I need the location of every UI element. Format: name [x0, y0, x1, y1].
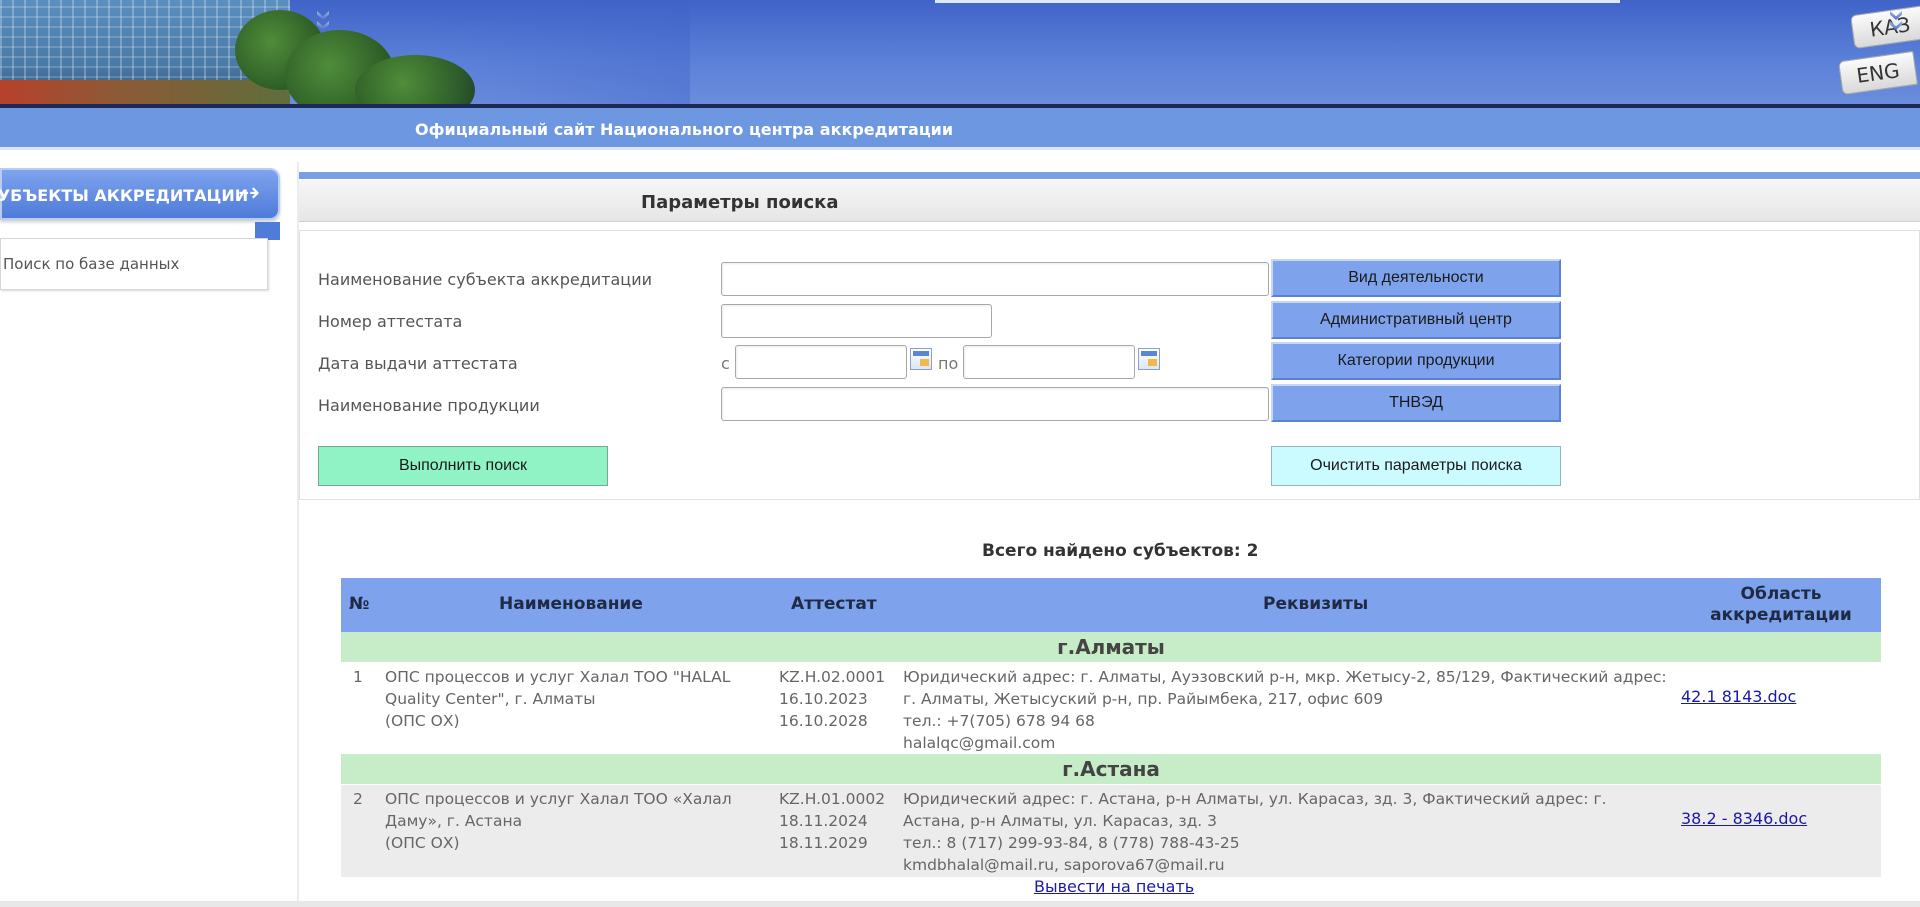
header-banner: КАЗ ENG — [0, 0, 1920, 108]
results-total: Всего найдено субъектов: 2 — [982, 541, 1259, 561]
lang-eng-button[interactable]: ENG — [1838, 50, 1918, 96]
row-name: ОПС процессов и услуг Халал ТОО "HALAL Q… — [385, 668, 731, 730]
row-details: Юридический адрес: г. Астана, р-н Алматы… — [903, 790, 1607, 874]
col-name: Наименование — [499, 594, 643, 614]
arrow-right-icon: ⇢ — [238, 178, 260, 208]
product-name-input[interactable] — [721, 387, 1269, 421]
site-title: Официальный сайт Национального центра ак… — [415, 120, 954, 139]
product-name-label: Наименование продукции — [318, 396, 540, 415]
date-to-label: по — [938, 354, 959, 373]
certificate-number-input[interactable] — [721, 304, 992, 338]
run-search-button[interactable]: Выполнить поиск — [318, 446, 608, 486]
page: КАЗ ENG Официальный сайт Национального ц… — [0, 0, 1920, 907]
scope-doc-link[interactable]: 38.2 - 8346.doc — [1681, 809, 1807, 828]
city-group-header: г.Алматы — [341, 632, 1881, 662]
search-panel-title: Параметры поиска — [641, 192, 839, 213]
site-title-bar: Официальный сайт Национального центра ак… — [0, 108, 1920, 150]
row-name: ОПС процессов и услуг Халал ТОО «Халал Д… — [385, 790, 732, 852]
date-from-label: с — [721, 354, 730, 373]
sidebar-menu: Поиск по базе данных — [0, 238, 268, 290]
row-num: 1 — [353, 668, 363, 686]
sidebar-section-title: СУБЪЕКТЫ АККРЕДИТАЦИИ — [0, 186, 249, 205]
tnved-button[interactable]: ТНВЭД — [1271, 384, 1561, 422]
sidebar-item-database-search[interactable]: Поиск по базе данных — [3, 255, 179, 273]
city-group-header: г.Астана — [341, 754, 1881, 784]
activity-type-button[interactable]: Вид деятельности — [1271, 259, 1561, 297]
search-panel-header[interactable]: Параметры поиска — [299, 180, 1920, 222]
date-to-input[interactable] — [963, 345, 1135, 379]
row-certificate: KZ.H.01.0002 18.11.2024 18.11.2029 — [779, 790, 886, 852]
row-num: 2 — [353, 790, 363, 808]
product-categories-button[interactable]: Категории продукции — [1271, 342, 1561, 380]
date-from-input[interactable] — [735, 345, 907, 379]
calendar-icon[interactable] — [1138, 348, 1160, 370]
row-certificate: KZ.H.02.0001 16.10.2023 16.10.2028 — [779, 668, 886, 730]
col-details: Реквизиты — [1263, 594, 1369, 614]
results-table-header: № Наименование Аттестат Реквизиты Област… — [341, 578, 1881, 632]
print-link[interactable]: Вывести на печать — [1034, 877, 1194, 896]
calendar-icon[interactable] — [910, 348, 932, 370]
certificate-number-label: Номер аттестата — [318, 312, 463, 331]
row-details: Юридический адрес: г. Алматы, Ауэзовский… — [903, 668, 1667, 752]
col-certificate: Аттестат — [791, 594, 877, 614]
scope-doc-link[interactable]: 42.1 8143.doc — [1681, 687, 1796, 706]
col-num: № — [349, 594, 370, 614]
admin-center-button[interactable]: Административный центр — [1271, 301, 1561, 339]
clear-search-button[interactable]: Очистить параметры поиска — [1271, 446, 1561, 486]
lang-kaz-button[interactable]: КАЗ — [1850, 4, 1920, 50]
col-scope-line1: Область — [1740, 584, 1822, 604]
collapse-chevrons-icon-right[interactable] — [1887, 9, 1905, 33]
subject-name-label: Наименование субъекта аккредитации — [318, 270, 652, 289]
sidebar-section-header[interactable]: СУБЪЕКТЫ АККРЕДИТАЦИИ ⇢ — [0, 168, 280, 220]
table-row: 2 ОПС процессов и услуг Халал ТОО «Халал… — [341, 785, 1881, 877]
issue-date-label: Дата выдачи аттестата — [318, 354, 518, 373]
table-row: 1 ОПС процессов и услуг Халал ТОО "HALAL… — [341, 663, 1881, 755]
subject-name-input[interactable] — [721, 262, 1269, 296]
col-scope-line2: аккредитации — [1710, 605, 1852, 625]
collapse-chevrons-icon[interactable] — [314, 9, 332, 33]
